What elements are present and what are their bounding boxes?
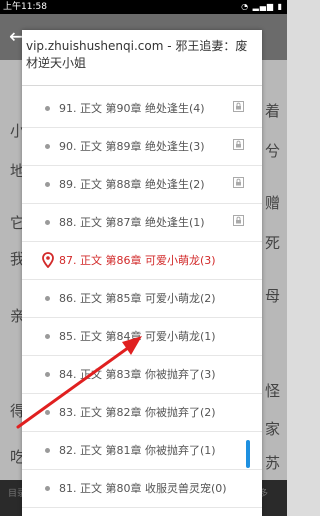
bullet-dot-icon — [45, 296, 50, 301]
background-text-fragment: 怪 — [265, 382, 281, 400]
chapter-item-current[interactable]: 87. 正文 第86章 可爱小萌龙(3) — [22, 242, 262, 280]
bullet-dot-icon — [45, 486, 50, 491]
bullet-dot-icon — [45, 334, 50, 339]
location-pin-icon — [42, 252, 54, 268]
chapter-label: 88. 正文 第87章 绝处逢生(1) — [59, 216, 205, 229]
status-icons: ◔ ▂▄▆ ▮ — [241, 2, 283, 11]
bullet-dot-icon — [45, 220, 50, 225]
scrollbar-thumb[interactable] — [246, 440, 250, 468]
chapter-list-dialog: vip.zhuishushenqi.com - 邪王追妻：废材逆天小姐 91. … — [22, 30, 262, 516]
bullet-dot-icon — [45, 448, 50, 453]
chapter-label: 81. 正文 第80章 收服灵兽灵宠(0) — [59, 482, 227, 495]
chapter-item[interactable]: 91. 正文 第90章 绝处逢生(4) — [22, 90, 262, 128]
background-text-fragment: 死 — [265, 234, 281, 252]
lock-icon — [233, 177, 244, 188]
background-text-fragment: 家 — [265, 420, 281, 438]
background-text-fragment: 苏 — [265, 454, 281, 472]
chapter-item[interactable]: 85. 正文 第84章 可爱小萌龙(1) — [22, 318, 262, 356]
chapter-label: 83. 正文 第82章 你被抛弃了(2) — [59, 406, 216, 419]
chapter-label: 85. 正文 第84章 可爱小萌龙(1) — [59, 330, 216, 343]
chapter-item[interactable]: 89. 正文 第88章 绝处逢生(2) — [22, 166, 262, 204]
bullet-dot-icon — [45, 106, 50, 111]
status-bar: 上午11:58 ◔ ▂▄▆ ▮ — [0, 0, 287, 14]
bullet-dot-icon — [45, 372, 50, 377]
chapter-item[interactable]: 90. 正文 第89章 绝处逢生(3) — [22, 128, 262, 166]
chapter-item[interactable]: 81. 正文 第80章 收服灵兽灵宠(0) — [22, 470, 262, 508]
chapter-label: 82. 正文 第81章 你被抛弃了(1) — [59, 444, 216, 457]
background-text-fragment: 赠 — [265, 194, 281, 212]
chapter-label: 91. 正文 第90章 绝处逢生(4) — [59, 102, 205, 115]
chapter-item[interactable]: 84. 正文 第83章 你被抛弃了(3) — [22, 356, 262, 394]
lock-icon — [233, 139, 244, 150]
dialog-header: vip.zhuishushenqi.com - 邪王追妻：废材逆天小姐 — [22, 30, 262, 86]
chapter-label: 90. 正文 第89章 绝处逢生(3) — [59, 140, 205, 153]
bullet-dot-icon — [45, 144, 50, 149]
bullet-dot-icon — [45, 410, 50, 415]
chapter-label: 89. 正文 第88章 绝处逢生(2) — [59, 178, 205, 191]
background-text-fragment: 母 — [265, 287, 281, 305]
chapter-list[interactable]: 91. 正文 第90章 绝处逢生(4) 90. 正文 第89章 绝处逢生(3) 89… — [22, 90, 262, 508]
chapter-item[interactable]: 88. 正文 第87章 绝处逢生(1) — [22, 204, 262, 242]
lock-icon — [233, 215, 244, 226]
chapter-label: 84. 正文 第83章 你被抛弃了(3) — [59, 368, 216, 381]
chapter-item[interactable]: 82. 正文 第81章 你被抛弃了(1) — [22, 432, 262, 470]
status-time: 上午11:58 — [3, 2, 47, 12]
background-text-fragment: 着 — [265, 102, 281, 120]
chapter-item[interactable]: 86. 正文 第85章 可爱小萌龙(2) — [22, 280, 262, 318]
chapter-item[interactable]: 83. 正文 第82章 你被抛弃了(2) — [22, 394, 262, 432]
bullet-dot-icon — [45, 182, 50, 187]
lock-icon — [233, 101, 244, 112]
chapter-label: 86. 正文 第85章 可爱小萌龙(2) — [59, 292, 216, 305]
background-text-fragment: 兮 — [265, 142, 281, 160]
dialog-title: vip.zhuishushenqi.com - 邪王追妻：废材逆天小姐 — [26, 39, 248, 70]
chapter-label: 87. 正文 第86章 可爱小萌龙(3) — [59, 254, 216, 267]
